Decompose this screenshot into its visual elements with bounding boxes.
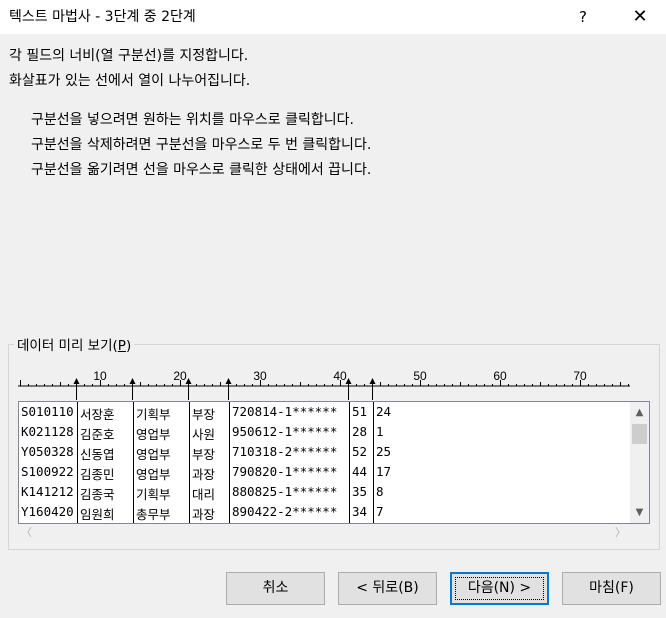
- preview-cell: 17: [376, 464, 392, 479]
- preview-cell: 사원: [192, 427, 216, 442]
- instruction-line-2: 화살표가 있는 선에서 열이 나누어집니다.: [9, 73, 251, 89]
- data-preview-label: 데이터 미리 보기(P): [14, 334, 135, 354]
- title-bar: 텍스트 마법사 - 3단계 중 2단계 ? ✕: [0, 0, 666, 34]
- preview-cell: 김종민: [80, 467, 115, 482]
- preview-cell: 과장: [192, 467, 216, 482]
- scroll-right-arrow-icon[interactable]: 〉: [612, 524, 629, 542]
- data-preview-pane[interactable]: S010110 서장훈 기획부 부장 720814-1****** 51 24 K021128…: [18, 401, 650, 524]
- preview-cell: 710318-2******: [232, 444, 338, 459]
- preview-cell: 김준호: [80, 427, 115, 442]
- preview-cell: 44: [352, 464, 368, 479]
- preview-cell: 790820-1******: [232, 464, 338, 479]
- preview-cell: 기획부: [136, 407, 171, 422]
- preview-cell: 김종국: [80, 487, 115, 502]
- ruler-label: 70: [573, 369, 587, 383]
- preview-row: Y050328 신동엽 영업부 부장 710318-2****** 52 25: [19, 442, 630, 462]
- preview-cell: K141212: [21, 484, 74, 499]
- scroll-down-arrow-icon[interactable]: ▼: [630, 504, 649, 521]
- preview-cell: 28: [352, 424, 368, 439]
- ruler-label: 30: [253, 369, 267, 383]
- preview-cell: 1: [376, 424, 384, 439]
- scroll-left-arrow-icon[interactable]: 〈: [18, 524, 35, 542]
- column-break-arrow-icon[interactable]: [73, 378, 80, 384]
- preview-cell: 8: [376, 484, 384, 499]
- ruler-label: 40: [333, 369, 347, 383]
- ruler-scale[interactable]: 10 20 30 40 50 60 70: [18, 366, 630, 400]
- preview-cell: Y160420: [21, 504, 74, 519]
- vertical-scrollbar[interactable]: ▲ ▼: [630, 402, 649, 523]
- preview-rows[interactable]: S010110 서장훈 기획부 부장 720814-1****** 51 24 K021128…: [19, 402, 630, 523]
- help-button[interactable]: ?: [566, 0, 600, 34]
- preview-cell: 임원희: [80, 507, 115, 522]
- preview-cell: 7: [376, 504, 384, 519]
- column-break-arrow-icon[interactable]: [369, 378, 376, 384]
- horizontal-scrollbar[interactable]: 〈 〉: [18, 524, 629, 542]
- preview-row: K021128 김준호 영업부 사원 950612-1****** 28 1: [19, 422, 630, 442]
- preview-cell: 영업부: [136, 427, 171, 442]
- back-button[interactable]: < 뒤로(B): [338, 572, 437, 605]
- preview-cell: 부장: [192, 447, 216, 462]
- preview-cell: 과장: [192, 507, 216, 522]
- finish-button[interactable]: 마침(F): [562, 572, 661, 605]
- instruction-bullet-3: 구분선을 옮기려면 선을 마우스로 클릭한 상태에서 끕니다.: [31, 162, 372, 178]
- preview-cell: 25: [376, 444, 392, 459]
- preview-row: S010110 서장훈 기획부 부장 720814-1****** 51 24: [19, 402, 630, 422]
- preview-cell: 영업부: [136, 467, 171, 482]
- scroll-up-arrow-icon[interactable]: ▲: [630, 404, 649, 421]
- next-button[interactable]: 다음(N) >: [450, 572, 549, 605]
- preview-cell: 52: [352, 444, 368, 459]
- ruler-label: 10: [93, 369, 107, 383]
- preview-cell: 부장: [192, 407, 216, 422]
- preview-cell: 51: [352, 404, 368, 419]
- preview-cell: 대리: [192, 487, 216, 502]
- instruction-bullet-2: 구분선을 삭제하려면 구분선을 마우스로 두 번 클릭합니다.: [31, 137, 372, 153]
- cancel-button[interactable]: 취소: [226, 572, 325, 605]
- preview-cell: 35: [352, 484, 368, 499]
- preview-cell: Y050328: [21, 444, 74, 459]
- preview-cell: K021128: [21, 424, 74, 439]
- close-button[interactable]: ✕: [618, 0, 662, 34]
- preview-cell: 880825-1******: [232, 484, 338, 499]
- preview-cell: S100922: [21, 464, 74, 479]
- preview-cell: 영업부: [136, 447, 171, 462]
- preview-row: K141212 김종국 기획부 대리 880825-1****** 35 8: [19, 482, 630, 502]
- ruler-label: 20: [173, 369, 187, 383]
- preview-row: S100922 김종민 영업부 과장 790820-1****** 44 17: [19, 462, 630, 482]
- instruction-bullet-1: 구분선을 넣으려면 원하는 위치를 마우스로 클릭합니다.: [31, 112, 354, 128]
- column-break-arrow-icon[interactable]: [225, 378, 232, 384]
- preview-row: Y160420 임원희 총무부 과장 890422-2****** 34 7: [19, 502, 630, 522]
- window-title: 텍스트 마법사 - 3단계 중 2단계: [9, 9, 196, 25]
- column-break-arrow-icon[interactable]: [129, 378, 136, 384]
- preview-cell: 34: [352, 504, 368, 519]
- ruler-label: 60: [493, 369, 507, 383]
- preview-cell: 24: [376, 404, 392, 419]
- preview-cell: 720814-1******: [232, 404, 338, 419]
- instruction-line-1: 각 필드의 너비(열 구분선)를 지정합니다.: [9, 48, 249, 64]
- preview-cell: 950612-1******: [232, 424, 338, 439]
- preview-cell: 기획부: [136, 487, 171, 502]
- preview-cell: S010110: [21, 404, 74, 419]
- preview-cell: 총무부: [136, 507, 171, 522]
- preview-cell: 890422-2******: [232, 504, 338, 519]
- focus-ring: [455, 577, 544, 600]
- column-ruler[interactable]: 10 20 30 40 50 60 70: [18, 366, 630, 400]
- preview-cell: 신동엽: [80, 447, 115, 462]
- preview-cell: 서장훈: [80, 407, 115, 422]
- ruler-label: 50: [413, 369, 427, 383]
- scroll-thumb[interactable]: [632, 424, 647, 444]
